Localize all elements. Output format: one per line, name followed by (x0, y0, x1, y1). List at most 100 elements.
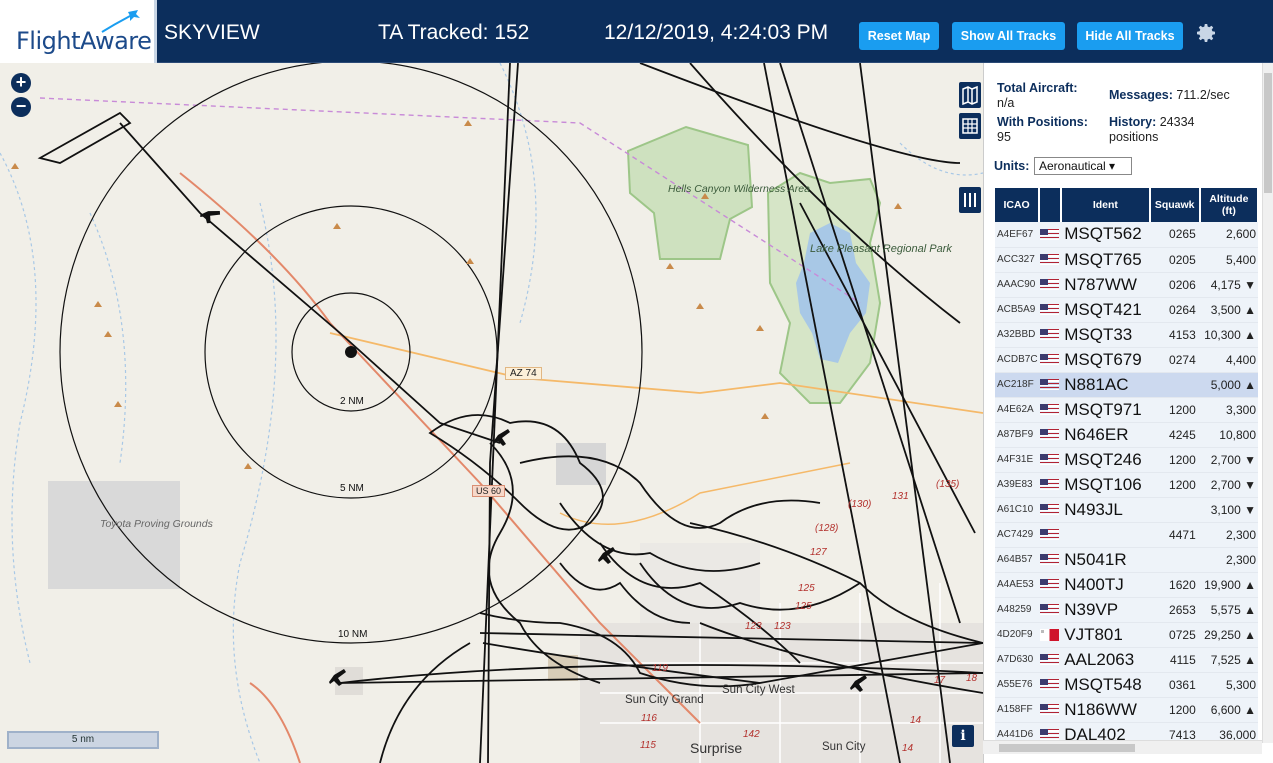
aircraft-row[interactable]: A39E83 MSQT106 1200 2,700 ▼ (995, 472, 1258, 498)
row-squawk: 4471 (1149, 522, 1200, 548)
row-altitude: 2,300 (1199, 522, 1258, 548)
flightaware-logo[interactable]: FlightAware (0, 0, 157, 63)
aircraft-row[interactable]: A87BF9 N646ER 4245 10,800 (995, 422, 1258, 448)
route-label: 18 (966, 673, 978, 684)
row-altitude: 4,400 (1199, 347, 1258, 373)
with-positions-value: 95 (997, 130, 1011, 144)
sidebar-horizontal-scrollbar[interactable] (983, 740, 1262, 754)
aircraft-row[interactable]: A4EF67 MSQT562 0265 2,600 (995, 222, 1258, 248)
map-icon (962, 85, 978, 106)
row-altitude: 7,525 ▲ (1199, 647, 1258, 673)
row-altitude: 4,175 ▼ (1199, 272, 1258, 298)
units-select[interactable]: Aeronautical ▾ (1034, 157, 1132, 175)
row-ident: MSQT765 (1061, 247, 1150, 273)
col-flag[interactable] (1039, 188, 1063, 222)
row-squawk: 1200 (1149, 697, 1200, 723)
row-icao: A39E83 (995, 472, 1040, 498)
toggle-sidebar-button[interactable] (959, 187, 981, 213)
row-icao: 4D20F9 (995, 622, 1040, 648)
row-ident: AAL2063 (1061, 647, 1150, 673)
row-ident: N5041R (1061, 547, 1150, 573)
row-squawk: 0361 (1149, 672, 1200, 698)
row-squawk: 4153 (1149, 322, 1200, 348)
aircraft-row[interactable]: AAAC90 N787WW 0206 4,175 ▼ (995, 272, 1258, 298)
country-flag-icon (1039, 647, 1062, 673)
aircraft-row[interactable]: A158FF N186WW 1200 6,600 ▲ (995, 697, 1258, 723)
route-label: (135) (936, 479, 960, 490)
aircraft-row[interactable]: A55E76 MSQT548 0361 5,300 (995, 672, 1258, 698)
route-label: 116 (641, 713, 657, 724)
row-ident: N787WW (1061, 272, 1150, 298)
history-unit: positions (1109, 130, 1159, 144)
country-flag-icon (1039, 347, 1062, 373)
hide-all-tracks-button[interactable]: Hide All Tracks (1077, 22, 1183, 50)
row-squawk: 0264 (1149, 297, 1200, 323)
country-flag-icon (1039, 472, 1062, 498)
aircraft-row[interactable]: A4AE53 N400TJ 1620 19,900 ▲ (995, 572, 1258, 598)
row-ident: MSQT971 (1061, 397, 1150, 423)
row-icao: A4E62A (995, 397, 1040, 423)
row-altitude: 29,250 ▲ (1199, 622, 1258, 648)
row-icao: A61C10 (995, 497, 1040, 523)
row-icao: ACC327 (995, 247, 1040, 273)
col-icao[interactable]: ICAO (995, 188, 1041, 222)
aircraft-row[interactable]: AC7429 4471 2,300 (995, 522, 1258, 548)
scrollbar-thumb[interactable] (1264, 73, 1272, 193)
zoom-in-button[interactable]: + (11, 73, 31, 93)
route-label: 123 (774, 621, 791, 632)
row-ident: N39VP (1061, 597, 1150, 623)
row-icao: A55E76 (995, 672, 1040, 698)
row-altitude: 5,000 ▲ (1199, 372, 1258, 398)
row-icao: A64B57 (995, 547, 1040, 573)
aircraft-row[interactable]: A7D630 AAL2063 4115 7,525 ▲ (995, 647, 1258, 673)
show-all-tracks-button[interactable]: Show All Tracks (952, 22, 1065, 50)
row-squawk: 0206 (1149, 272, 1200, 298)
aircraft-row[interactable]: AC218F N881AC 5,000 ▲ (995, 372, 1258, 398)
row-ident: MSQT562 (1061, 222, 1150, 248)
gear-icon[interactable] (1194, 21, 1218, 45)
row-altitude: 10,300 ▲ (1199, 322, 1258, 348)
row-icao: AC7429 (995, 522, 1040, 548)
row-altitude: 2,700 ▼ (1199, 447, 1258, 473)
aircraft-sidebar: Total Aircraft: n/a With Positions: 95 M… (983, 63, 1273, 763)
country-flag-icon (1039, 447, 1062, 473)
map-info-button[interactable]: i (952, 725, 974, 747)
row-squawk: 1200 (1149, 397, 1200, 423)
sun-city-label: Sun City (822, 741, 866, 753)
col-squawk[interactable]: Squawk (1149, 188, 1201, 222)
aircraft-row[interactable]: A61C10 N493JL 3,100 ▼ (995, 497, 1258, 523)
row-ident: MSQT33 (1061, 322, 1150, 348)
scrollbar-thumb[interactable] (999, 744, 1135, 752)
aircraft-table: ICAO Ident Squawk Altitude (ft) A4EF67 MS… (995, 188, 1260, 748)
map-grid-button[interactable] (959, 113, 981, 139)
row-altitude: 2,600 (1199, 222, 1258, 248)
col-altitude[interactable]: Altitude (ft) (1199, 188, 1260, 222)
row-icao: AAAC90 (995, 272, 1040, 298)
aircraft-row[interactable]: 4D20F9 VJT801 0725 29,250 ▲ (995, 622, 1258, 648)
row-altitude: 19,900 ▲ (1199, 572, 1258, 598)
ring-10nm-label: 10 NM (338, 629, 368, 640)
sun-city-grand-label: Sun City Grand (625, 694, 704, 706)
current-datetime: 12/12/2019, 4:24:03 PM (604, 21, 829, 44)
aircraft-row[interactable]: ACC327 MSQT765 0205 5,400 (995, 247, 1258, 273)
country-flag-icon (1039, 597, 1062, 623)
row-icao: A32BBD (995, 322, 1040, 348)
sidebar-vertical-scrollbar[interactable] (1262, 63, 1273, 743)
row-icao: A87BF9 (995, 422, 1040, 448)
map-view[interactable]: + − Hells Canyon Wilderness Area Lake Pl… (0, 63, 983, 763)
country-flag-icon (1039, 672, 1062, 698)
aircraft-row[interactable]: A32BBD MSQT33 4153 10,300 ▲ (995, 322, 1258, 348)
aircraft-row[interactable]: ACB5A9 MSQT421 0264 3,500 ▲ (995, 297, 1258, 323)
aircraft-row[interactable]: A4E62A MSQT971 1200 3,300 (995, 397, 1258, 423)
map-layers-button[interactable] (959, 82, 981, 108)
zoom-out-button[interactable]: − (11, 97, 31, 117)
reset-map-button[interactable]: Reset Map (859, 22, 939, 50)
aircraft-row[interactable]: A64B57 N5041R 2,300 (995, 547, 1258, 573)
aircraft-row[interactable]: A4F31E MSQT246 1200 2,700 ▼ (995, 447, 1258, 473)
aircraft-row[interactable]: A48259 N39VP 2653 5,575 ▲ (995, 597, 1258, 623)
row-ident: MSQT679 (1061, 347, 1150, 373)
aircraft-row[interactable]: ACDB7C MSQT679 0274 4,400 (995, 347, 1258, 373)
row-squawk: 1620 (1149, 572, 1200, 598)
row-ident: MSQT421 (1061, 297, 1150, 323)
col-ident[interactable]: Ident (1061, 188, 1151, 222)
